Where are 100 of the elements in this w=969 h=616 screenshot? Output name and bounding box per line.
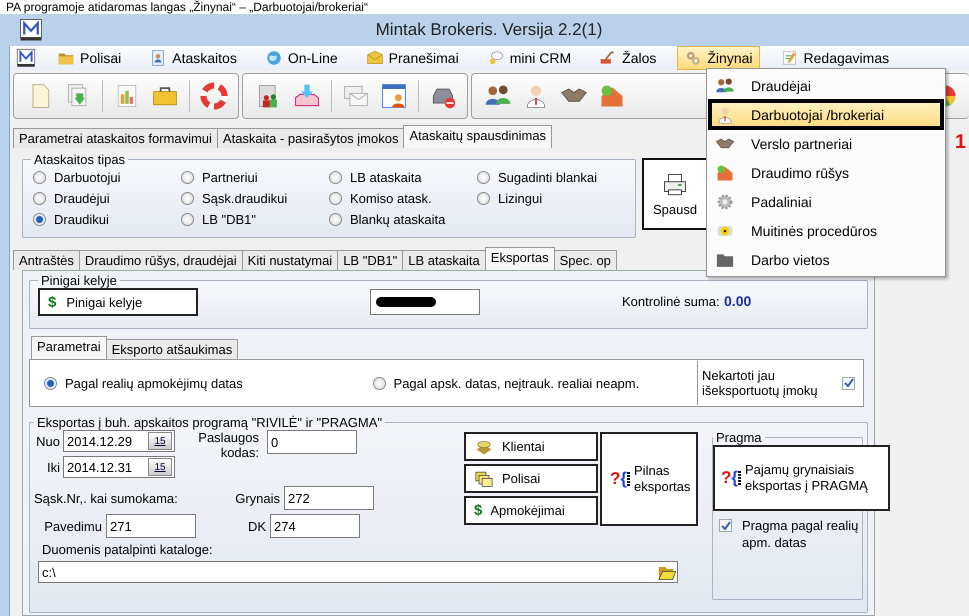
menu-item[interactable]: Darbo vietos [709, 245, 943, 274]
radio-label: Partneriui [202, 170, 258, 185]
tab[interactable]: LB ataskaita [402, 250, 486, 270]
menu-item[interactable]: Darbuotojai /brokeriai [709, 100, 943, 129]
menu-item[interactable]: Žalos [592, 46, 664, 70]
checkbox[interactable] [842, 376, 855, 390]
input-field[interactable]: 0 [267, 430, 357, 454]
radio-button[interactable] [181, 192, 194, 205]
edit-icon [780, 49, 799, 67]
menu-item[interactable]: Muitinės procedūros [709, 216, 943, 245]
radio-label: Komiso atask. [350, 191, 432, 206]
radio-label: Lizingui [498, 191, 542, 206]
field-label: Nuo [35, 434, 60, 448]
envelope-icon [366, 49, 384, 67]
radio-label: Draudėjui [54, 191, 110, 206]
menu-item[interactable]: On-Line [258, 46, 345, 70]
radio-button[interactable] [329, 171, 342, 184]
radio-label: Pagal realių apmokėjimų datas [65, 376, 243, 390]
tab[interactable]: Eksporto atšaukimas [106, 339, 238, 359]
date-field[interactable]: 2014.12.31 15 [63, 456, 175, 478]
radio-button[interactable] [329, 213, 342, 226]
radio-label: Darbuotojui [54, 170, 120, 185]
tab[interactable]: Parametrai ataskaitos formavimui [13, 128, 218, 148]
tab[interactable]: Antraštės [13, 250, 80, 270]
form-icon[interactable] [380, 82, 408, 110]
tab[interactable]: Ataskaita - pasirašytos įmokos [216, 128, 404, 148]
radio-label: Sugadinti blankai [498, 170, 598, 185]
menu-item[interactable]: mini CRM [480, 46, 578, 70]
checkbox-label: Nekartoti jau išeksportuotų įmokų [702, 368, 819, 398]
radio-button[interactable] [477, 192, 490, 205]
radio-button[interactable] [181, 213, 194, 226]
field-label: Paslaugos kodas: [197, 430, 259, 460]
input-field[interactable]: 274 [270, 514, 360, 538]
menu-item[interactable]: Ataskaitos [142, 46, 244, 70]
menu-item[interactable]: Verslo partneriai [709, 129, 943, 158]
group-title: Ataskaitos tipas [33, 152, 126, 167]
menu-item[interactable]: Pranešimai [358, 46, 466, 70]
field-label: Pavedimu [43, 518, 102, 534]
caption: PA programoje atidaromas langas „Žinynai“ – „Darbuotojai/brokeriai“ [5, 0, 369, 14]
group-title: Pragma [715, 430, 763, 445]
menu-item[interactable]: Žinynai [677, 46, 760, 70]
radio-button[interactable] [372, 376, 386, 390]
path-field[interactable]: c:\ [38, 561, 678, 583]
gears-icon [684, 49, 702, 67]
redaction-mark [374, 296, 436, 308]
lifebuoy-icon[interactable] [200, 82, 228, 110]
radio-button[interactable] [477, 171, 490, 184]
print-button[interactable]: Spausd [642, 158, 708, 230]
tab[interactable]: Eksportas [484, 247, 555, 270]
checksum-value: 0.00 [724, 293, 752, 309]
menu-item[interactable]: Draudimo rūšys [709, 158, 943, 187]
input-field[interactable]: 272 [284, 486, 374, 510]
tab[interactable]: Kiti nustatymai [242, 250, 338, 270]
radio-label: LB "DB1" [202, 212, 256, 227]
menu-item[interactable]: Padaliniai [709, 187, 943, 216]
checksum-label: Kontrolinė suma: [622, 294, 720, 309]
app-logo-icon[interactable] [16, 48, 36, 68]
field-label: Sąsk.Nr,. kai sumokama: [34, 490, 179, 506]
radio-label: Sąsk.draudikui [202, 191, 288, 206]
field-label: Duomenis patalpinti kataloge: [42, 542, 214, 557]
users-icon[interactable] [715, 76, 735, 96]
input-field[interactable]: 271 [106, 514, 196, 538]
globe-icon [264, 49, 283, 67]
export-button[interactable]: Klientai [464, 432, 598, 461]
export-button[interactable]: Polisai [464, 464, 598, 493]
group-title: Eksportas į buh. apskaitos programą "RIVILĖ" ir "PRAGMA" [36, 415, 384, 430]
radio-label: Draudikui [54, 212, 109, 227]
radio-label: Blankų ataskaita [350, 212, 446, 227]
checkbox-label: Pragma pagal realių apm. datas [742, 517, 860, 551]
calendar-button[interactable]: 15 [148, 458, 172, 476]
gear-icon [715, 192, 735, 212]
money-button[interactable]: $ Pinigai kelyje [38, 288, 198, 316]
radio-button[interactable] [33, 192, 46, 205]
tab[interactable]: LB "DB1" [337, 250, 404, 270]
calendar-button[interactable]: 15 [148, 432, 172, 450]
radio-button[interactable] [329, 192, 342, 205]
menu-item[interactable]: Redagavimas [774, 46, 896, 70]
input-field[interactable] [370, 289, 480, 315]
radio-button[interactable] [181, 171, 194, 184]
printer-icon [662, 172, 688, 198]
menu-item[interactable]: Polisai [50, 46, 128, 70]
tab[interactable]: Ataskaitų spausdinimas [403, 125, 552, 148]
radio-button[interactable] [33, 171, 46, 184]
date-field[interactable]: 2014.12.29 15 [63, 430, 175, 452]
group-title: Pinigai kelyje [40, 273, 118, 288]
marker-number: 1 [954, 131, 966, 154]
tab[interactable]: Spec. op [554, 250, 617, 270]
export-button[interactable]: $ Apmokėjimai [464, 496, 598, 525]
tab[interactable]: Draudimo rūšys, draudėjai [78, 250, 243, 270]
radio-label: LB ataskaita [350, 170, 422, 185]
app-logo-icon[interactable] [19, 18, 43, 42]
radio-button[interactable] [33, 213, 46, 226]
radio-label: Pagal apsk. datas, neįtrauk. realiai neapm. [394, 376, 640, 390]
window-title: Mintak Brokeris. Versija 2.2(1) [374, 20, 604, 40]
radio-button[interactable] [44, 376, 57, 390]
checkbox[interactable] [719, 519, 732, 532]
field-label: DK [246, 518, 266, 534]
field-label: Grynais [234, 490, 280, 506]
field-label: Iki [46, 460, 60, 474]
tab[interactable]: Parametrai [31, 336, 107, 359]
